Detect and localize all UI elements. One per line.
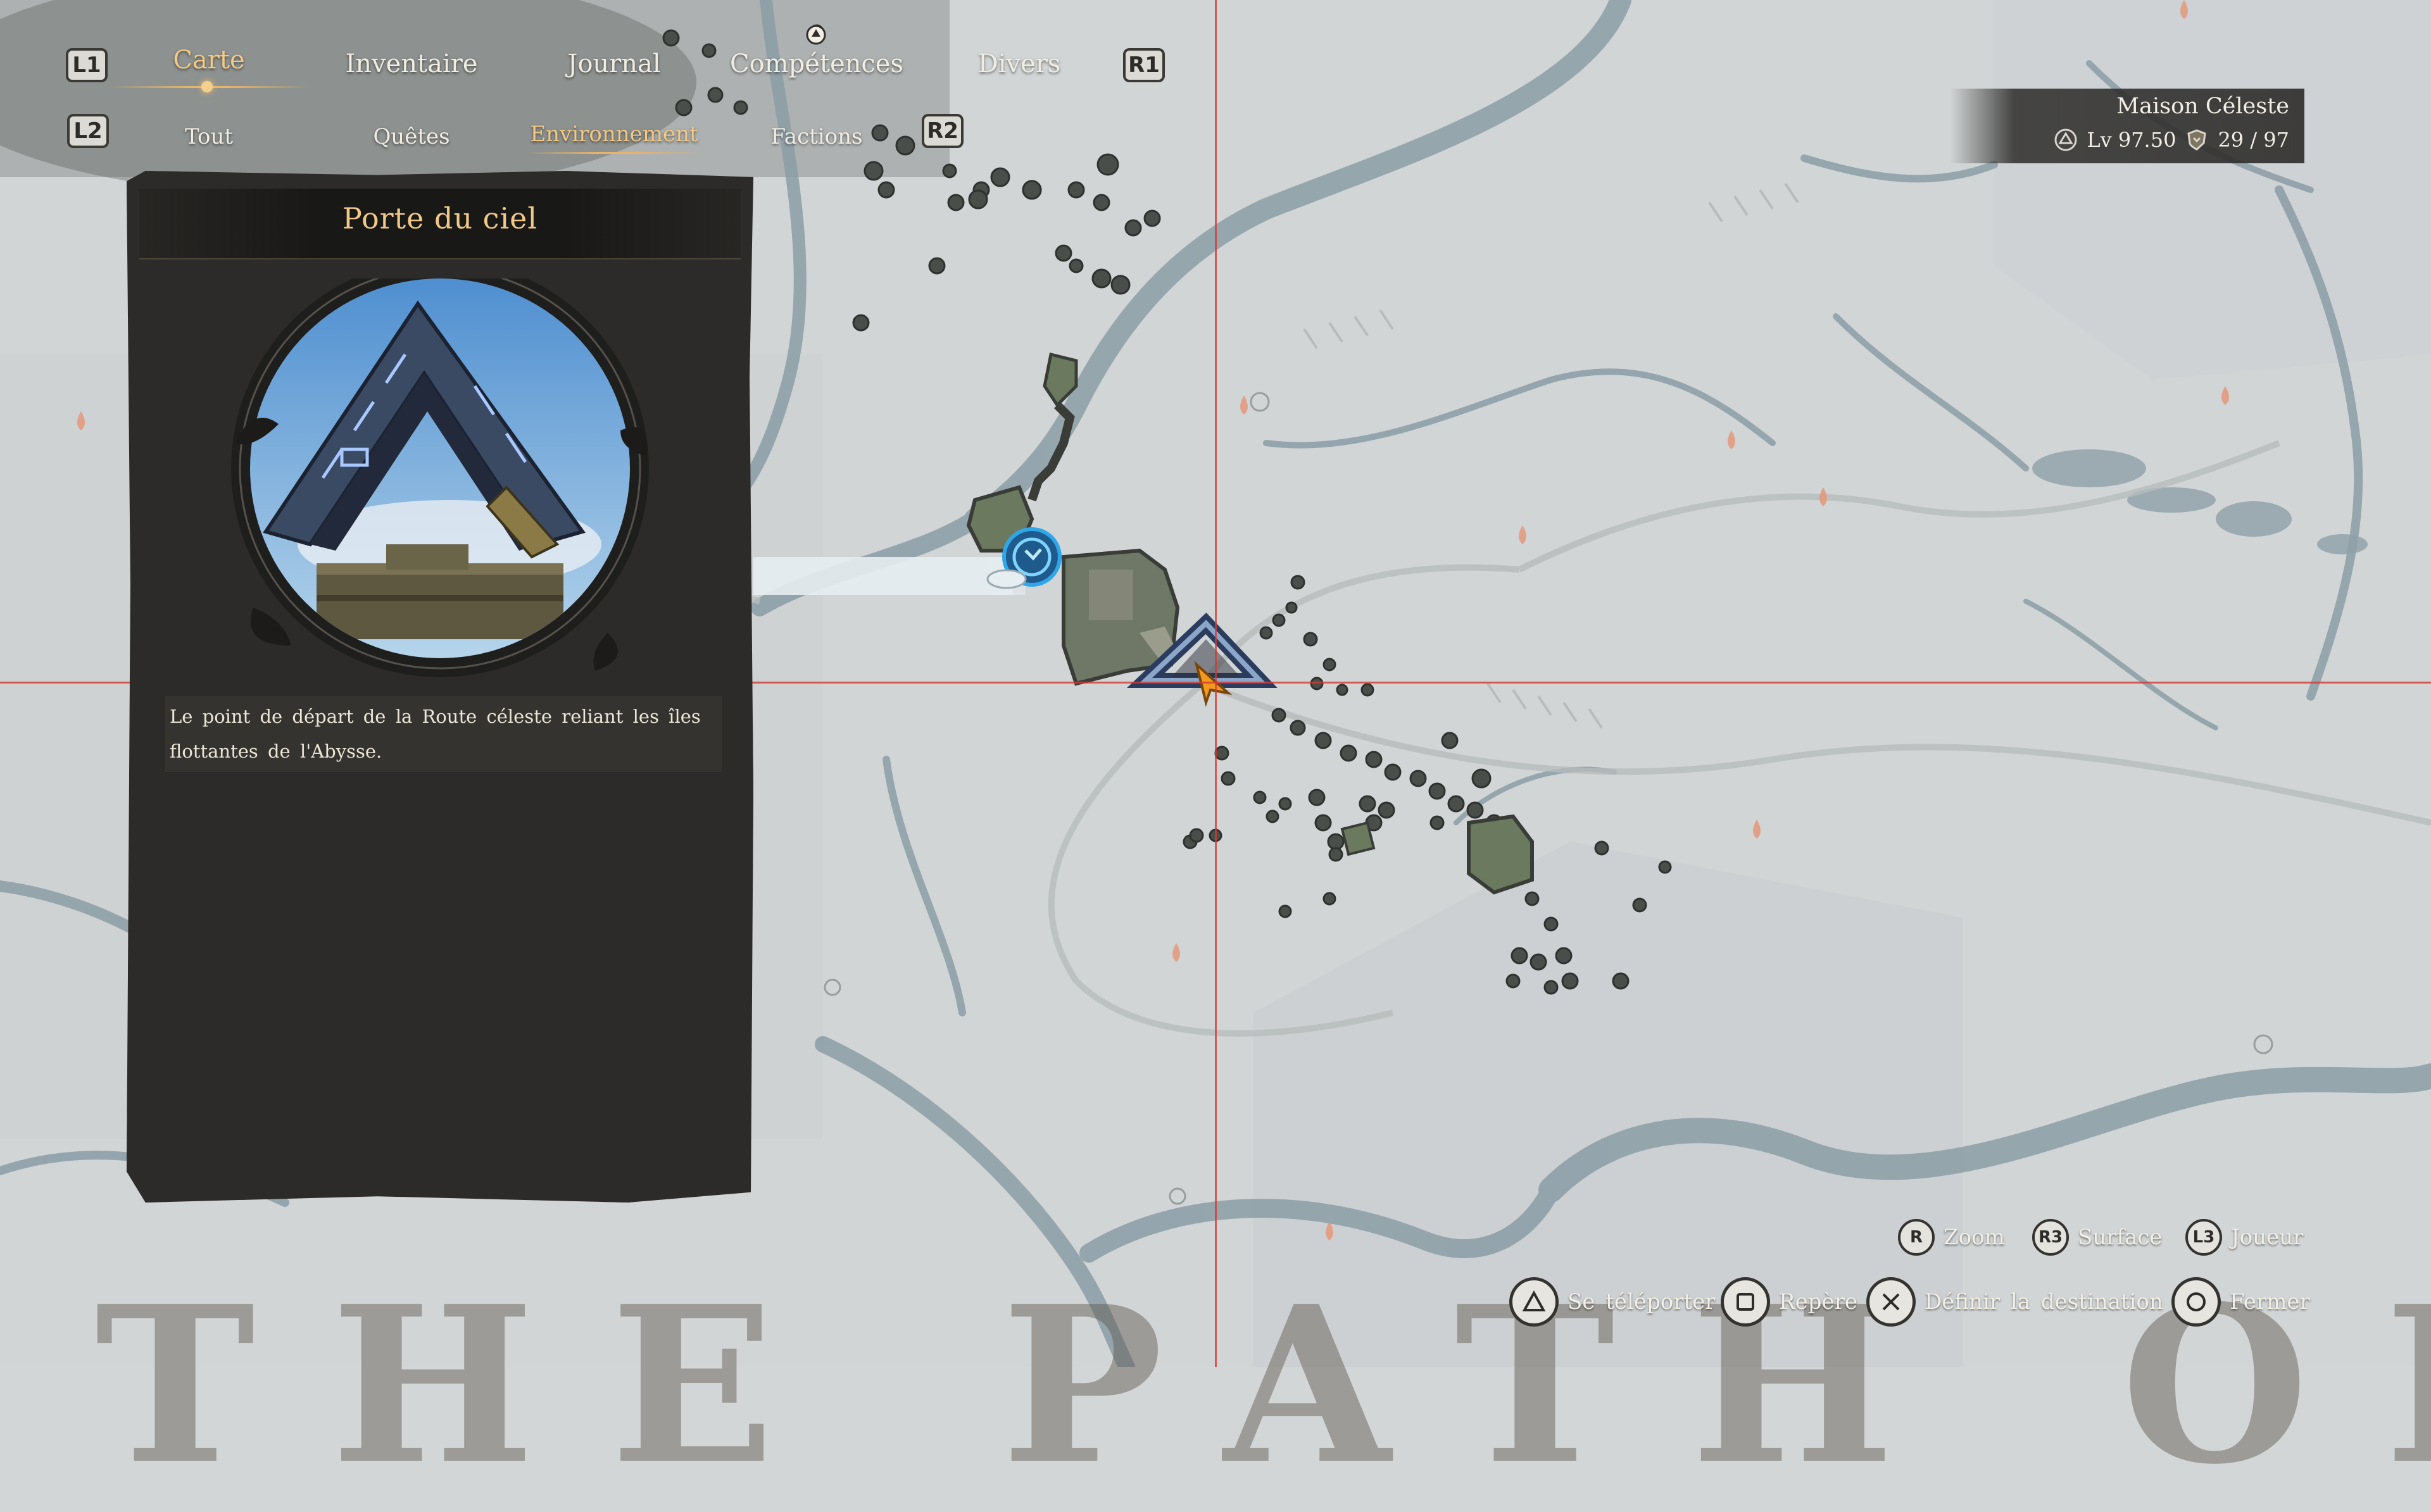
prompt-marker-label: Repère <box>1779 1289 1857 1315</box>
location-info-panel: Porte du ciel Le point de départ de la R… <box>127 171 753 1203</box>
tab-divers[interactable]: Divers <box>978 49 1061 78</box>
tab-carte[interactable]: Carte <box>173 46 244 75</box>
prompt-surface[interactable]: R3 Surface <box>2032 1219 2162 1256</box>
tab-competences[interactable]: Compétences <box>730 49 903 78</box>
prompt-teleport[interactable]: Se téléporter <box>1509 1277 1716 1327</box>
location-stats: Lv 97.50 29 / 97 <box>2054 128 2289 152</box>
r-stick-icon: R <box>1898 1219 1935 1256</box>
prompt-destination-label: Définir la destination <box>1925 1289 2163 1315</box>
subtab-factions[interactable]: Factions <box>771 124 863 149</box>
prompt-close[interactable]: Fermer <box>2171 1277 2310 1327</box>
cross-button-icon <box>1866 1277 1916 1327</box>
prompt-surface-label: Surface <box>2078 1225 2163 1250</box>
location-level: Lv 97.50 <box>2087 128 2177 152</box>
subtab-environnement[interactable]: Environnement <box>530 122 698 147</box>
level-icon <box>2054 128 2077 151</box>
location-name: Maison Céleste <box>2116 94 2289 119</box>
l2-button[interactable]: L2 <box>67 114 109 148</box>
r3-stick-icon: R3 <box>2032 1219 2069 1256</box>
prompt-player[interactable]: L3 Joueur <box>2185 1219 2303 1256</box>
prompt-marker[interactable]: Repère <box>1721 1277 1857 1327</box>
subtab-quetes[interactable]: Quêtes <box>373 124 449 149</box>
tab-inventaire[interactable]: Inventaire <box>345 49 477 78</box>
prompt-destination[interactable]: Définir la destination <box>1866 1277 2163 1327</box>
prompt-teleport-label: Se téléporter <box>1567 1289 1716 1315</box>
r1-button[interactable]: R1 <box>1123 48 1165 82</box>
prompt-close-label: Fermer <box>2230 1289 2310 1315</box>
subtab-tout[interactable]: Tout <box>185 124 233 149</box>
location-count: 29 / 97 <box>2218 128 2289 152</box>
l3-stick-icon: L3 <box>2185 1219 2222 1256</box>
active-subtab-underline <box>525 152 703 154</box>
active-tab-indicator <box>201 81 213 92</box>
panel-description: Le point de départ de la Route céleste r… <box>170 706 701 762</box>
l1-button[interactable]: L1 <box>66 48 108 82</box>
square-button-icon <box>1721 1277 1770 1327</box>
crosshair-vertical <box>1215 0 1217 1367</box>
panel-title: Porte du ciel <box>342 201 538 235</box>
prompt-player-label: Joueur <box>2231 1225 2304 1250</box>
notification-icon <box>806 25 826 45</box>
current-location-box: Maison Céleste Lv 97.50 29 / 97 <box>1950 89 2304 163</box>
r2-button[interactable]: R2 <box>922 114 964 148</box>
sky-gate-illustration <box>231 278 649 677</box>
circle-button-icon <box>2171 1277 2221 1327</box>
prompt-zoom-label: Zoom <box>1944 1225 2005 1250</box>
sky-route <box>753 557 1013 595</box>
panel-title-bar: Porte du ciel <box>139 189 741 259</box>
prompt-zoom[interactable]: R Zoom <box>1898 1219 2005 1256</box>
tab-journal[interactable]: Journal <box>567 49 660 78</box>
shield-icon <box>2187 129 2207 151</box>
triangle-button-icon <box>1509 1277 1559 1327</box>
